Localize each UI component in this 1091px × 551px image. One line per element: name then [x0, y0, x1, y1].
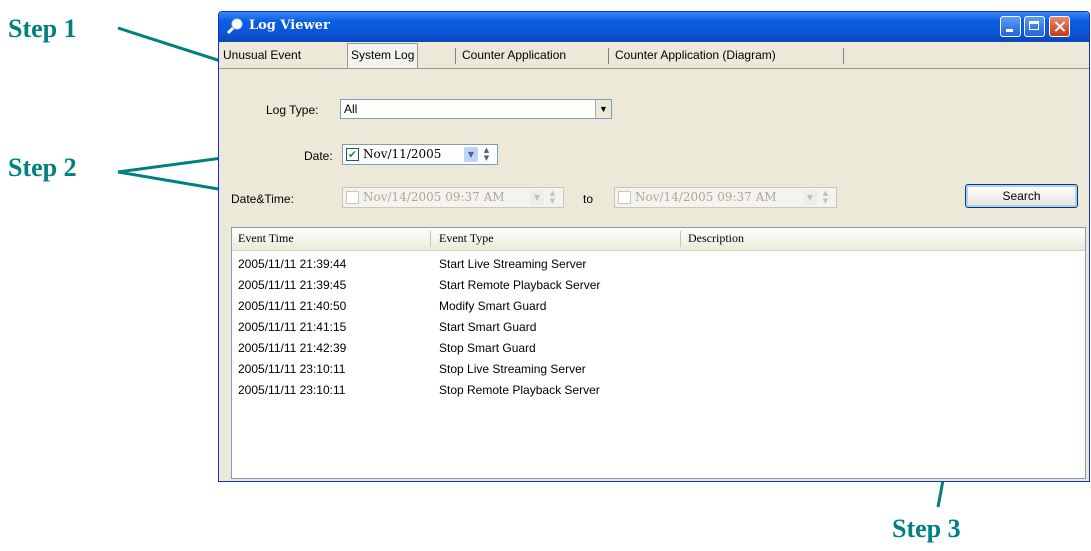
datetime-from-checkbox[interactable]: ✔ [346, 191, 359, 204]
table-row[interactable]: 2005/11/11 23:10:11 Stop Remote Playback… [232, 380, 1085, 401]
event-type-cell: Start Smart Guard [439, 320, 537, 334]
datetime-spinner-icon[interactable]: ▲ ▼ [548, 189, 557, 206]
datetime-to-checkbox[interactable]: ✔ [618, 191, 631, 204]
datetime-from-value: Nov/14/2005 09:37 AM [363, 190, 505, 204]
event-time-cell: 2005/11/11 23:10:11 [238, 362, 346, 376]
column-header-description[interactable]: Description [688, 231, 744, 246]
table-row[interactable]: 2005/11/11 21:42:39 Stop Smart Guard [232, 338, 1085, 359]
window-title: Log Viewer [249, 18, 330, 33]
event-time-cell: 2005/11/11 21:41:15 [238, 320, 347, 334]
event-time-cell: 2005/11/11 21:39:44 [238, 257, 347, 271]
datetime-to-value: Nov/14/2005 09:37 AM [635, 190, 777, 204]
column-header-event-type[interactable]: Event Type [439, 231, 494, 246]
event-time-cell: 2005/11/11 21:39:45 [238, 278, 347, 292]
event-time-cell: 2005/11/11 21:42:39 [238, 341, 347, 355]
datetime-spinner-icon[interactable]: ▲ ▼ [821, 189, 830, 206]
log-viewer-icon [227, 18, 243, 34]
date-value: Nov/11/2005 [363, 147, 442, 161]
table-row[interactable]: 2005/11/11 21:39:44 Start Live Streaming… [232, 254, 1085, 275]
column-divider[interactable] [680, 231, 681, 247]
maximize-button[interactable] [1024, 16, 1045, 37]
date-checkbox[interactable]: ✔ [346, 148, 359, 161]
table-row[interactable]: 2005/11/11 23:10:11 Stop Live Streaming … [232, 359, 1085, 380]
minimize-button[interactable] [1000, 16, 1021, 37]
tab-unusual-event[interactable]: Unusual Event [220, 44, 304, 66]
log-list[interactable]: Event Time Event Type Description 2005/1… [231, 227, 1086, 479]
chevron-down-icon[interactable]: ▼ [595, 100, 611, 118]
close-button[interactable] [1049, 16, 1070, 37]
tab-system-log[interactable]: System Log [347, 43, 419, 68]
log-viewer-window: Log Viewer Unusual Event System Log Coun… [218, 11, 1090, 482]
event-type-cell: Stop Remote Playback Server [439, 383, 600, 397]
tab-separator [608, 48, 609, 64]
datetime-to-picker[interactable]: ✔ Nov/14/2005 09:37 AM ▼ ▲▼ [614, 187, 837, 208]
log-type-label: Log Type: [266, 103, 319, 117]
event-type-cell: Start Live Streaming Server [439, 257, 587, 271]
log-type-value: All [344, 102, 358, 116]
tab-counter-application-diagram[interactable]: Counter Application (Diagram) [612, 44, 779, 66]
tab-counter-application[interactable]: Counter Application [459, 44, 569, 66]
list-header: Event Time Event Type Description [232, 228, 1085, 251]
event-type-cell: Stop Smart Guard [439, 341, 536, 355]
table-row[interactable]: 2005/11/11 21:41:15 Start Smart Guard [232, 317, 1085, 338]
datetime-from-picker[interactable]: ✔ Nov/14/2005 09:37 AM ▼ ▲▼ [342, 187, 564, 208]
search-button[interactable]: Search [965, 184, 1078, 208]
tab-separator [455, 48, 456, 64]
column-header-event-time[interactable]: Event Time [238, 231, 294, 246]
title-bar[interactable]: Log Viewer [219, 12, 1089, 42]
event-time-cell: 2005/11/11 21:40:50 [238, 299, 347, 313]
to-label: to [583, 192, 594, 206]
tab-underline [219, 68, 1089, 69]
calendar-dropdown-icon[interactable]: ▼ [464, 147, 478, 162]
calendar-dropdown-icon[interactable]: ▼ [803, 190, 817, 205]
log-type-select[interactable]: All ▼ [340, 99, 612, 119]
tab-strip: Unusual Event System Log Counter Applica… [219, 43, 1089, 68]
date-label: Date: [304, 149, 333, 163]
event-type-cell: Modify Smart Guard [439, 299, 547, 313]
datetime-label: Date&Time: [231, 192, 294, 206]
calendar-dropdown-icon[interactable]: ▼ [530, 190, 544, 205]
tab-separator [843, 48, 844, 64]
event-type-cell: Stop Live Streaming Server [439, 362, 586, 376]
event-time-cell: 2005/11/11 23:10:11 [238, 383, 346, 397]
event-type-cell: Start Remote Playback Server [439, 278, 601, 292]
table-row[interactable]: 2005/11/11 21:40:50 Modify Smart Guard [232, 296, 1085, 317]
date-picker[interactable]: ✔ Nov/11/2005 ▼ ▲ ▼ [342, 144, 498, 165]
date-spinner-icon[interactable]: ▲ ▼ [482, 146, 491, 163]
table-row[interactable]: 2005/11/11 21:39:45 Start Remote Playbac… [232, 275, 1085, 296]
column-divider[interactable] [430, 231, 431, 247]
